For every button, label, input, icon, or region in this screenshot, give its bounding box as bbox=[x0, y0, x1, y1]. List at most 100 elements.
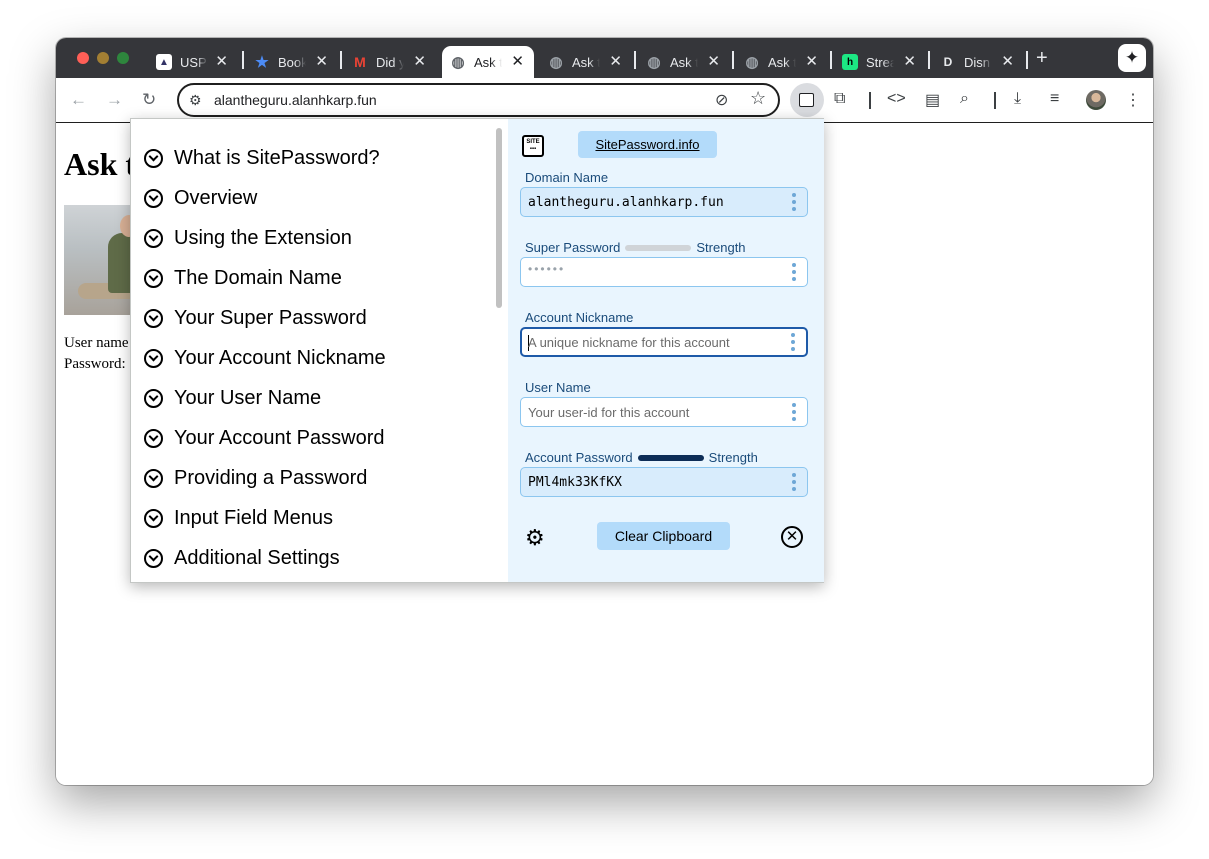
close-icon[interactable]: ✕ bbox=[781, 526, 803, 548]
help-item-label: Providing a Password bbox=[174, 467, 368, 489]
chevron-down-circle-icon bbox=[144, 269, 163, 288]
tab-usps[interactable]: ▲ USPS ✕ bbox=[148, 46, 238, 78]
page-heading: Ask t bbox=[64, 146, 137, 182]
close-tab-icon[interactable]: ✕ bbox=[413, 52, 426, 70]
field-menu-icon[interactable] bbox=[791, 473, 797, 491]
help-item-super-password[interactable]: Your Super Password bbox=[144, 307, 367, 330]
tab-book[interactable]: ★ Book ✕ bbox=[246, 46, 338, 78]
account-password-field[interactable]: PMl4mk33KfKX bbox=[520, 467, 808, 497]
globe-icon: ◍ bbox=[745, 54, 759, 71]
help-item-using-extension[interactable]: Using the Extension bbox=[144, 227, 352, 250]
new-tab-icon[interactable]: + bbox=[1036, 47, 1048, 70]
tab-ask-active[interactable]: ◍ Ask t ✕ bbox=[442, 46, 534, 78]
username-label: User name bbox=[64, 335, 129, 351]
close-tab-icon[interactable]: ✕ bbox=[215, 52, 228, 70]
inspect-search-icon[interactable]: ⌕ bbox=[960, 90, 969, 108]
tab-divider bbox=[634, 51, 636, 69]
account-nickname-field[interactable]: A unique nickname for this account bbox=[520, 327, 808, 357]
close-tab-icon[interactable]: ✕ bbox=[707, 52, 720, 70]
tab-divider bbox=[1026, 51, 1028, 69]
close-window-button[interactable] bbox=[77, 52, 89, 64]
url-text[interactable]: alantheguru.alanhkarp.fun bbox=[214, 92, 377, 108]
help-item-providing-password[interactable]: Providing a Password bbox=[144, 467, 367, 490]
help-item-label: The Domain Name bbox=[174, 267, 342, 289]
chevron-down-circle-icon bbox=[144, 429, 163, 448]
gmail-icon: M bbox=[354, 54, 366, 70]
forward-arrow-icon[interactable]: → bbox=[106, 90, 123, 110]
user-name-field[interactable]: Your user-id for this account bbox=[520, 397, 808, 427]
help-topics-list: What is SitePassword? Overview Using the… bbox=[131, 119, 508, 582]
help-scrollbar[interactable] bbox=[496, 128, 502, 308]
tab-title: Strea bbox=[866, 54, 894, 70]
close-tab-icon[interactable]: ✕ bbox=[315, 52, 328, 70]
tab-divider bbox=[928, 51, 930, 69]
globe-icon: ◍ bbox=[647, 54, 661, 71]
media-queue-icon[interactable]: ≡ bbox=[1050, 90, 1059, 108]
clear-clipboard-button[interactable]: Clear Clipboard bbox=[597, 522, 730, 550]
password-strength-meter bbox=[637, 454, 704, 461]
globe-icon: ◍ bbox=[549, 54, 563, 71]
back-arrow-icon[interactable]: ← bbox=[70, 90, 87, 110]
minimize-window-button[interactable] bbox=[97, 52, 109, 64]
toolbar-divider bbox=[994, 92, 996, 109]
tab-ask[interactable]: ◍ Ask t ✕ bbox=[638, 46, 730, 78]
tab-stream[interactable]: h Strea ✕ bbox=[834, 46, 926, 78]
field-menu-icon[interactable] bbox=[791, 403, 797, 421]
account-password-label: Account Password Strength bbox=[525, 450, 758, 465]
code-brackets-icon[interactable]: <> bbox=[887, 90, 906, 108]
help-item-overview[interactable]: Overview bbox=[144, 187, 257, 210]
sitepassword-info-link[interactable]: SitePassword.info bbox=[578, 131, 717, 158]
close-tab-icon[interactable]: ✕ bbox=[903, 52, 916, 70]
field-menu-icon[interactable] bbox=[791, 263, 797, 281]
gemini-sparkle-icon[interactable]: ✦ bbox=[1118, 44, 1146, 72]
tab-ask[interactable]: ◍ Ask t ✕ bbox=[540, 46, 632, 78]
usps-eagle-icon: ▲ bbox=[156, 54, 172, 70]
maximize-window-button[interactable] bbox=[117, 52, 129, 64]
domain-value: alantheguru.alanhkarp.fun bbox=[528, 195, 724, 210]
field-menu-icon[interactable] bbox=[791, 193, 797, 211]
chevron-down-circle-icon bbox=[144, 549, 163, 568]
super-password-field[interactable]: •••••• bbox=[520, 257, 808, 287]
eye-slash-icon[interactable]: ⊘ bbox=[715, 90, 728, 110]
close-tab-icon[interactable]: ✕ bbox=[511, 52, 524, 70]
help-item-account-nickname[interactable]: Your Account Nickname bbox=[144, 347, 386, 370]
close-tab-icon[interactable]: ✕ bbox=[805, 52, 818, 70]
help-item-account-password[interactable]: Your Account Password bbox=[144, 427, 385, 450]
reload-icon[interactable]: ↻ bbox=[142, 90, 156, 110]
help-item-label: Your Account Nickname bbox=[174, 347, 386, 369]
help-item-label: Input Field Menus bbox=[174, 507, 333, 529]
address-bar[interactable]: ⚙ alantheguru.alanhkarp.fun ⊘ ☆ bbox=[177, 83, 780, 117]
tab-divider bbox=[732, 51, 734, 69]
tab-gmail[interactable]: M Did y ✕ bbox=[344, 46, 436, 78]
chevron-down-circle-icon bbox=[144, 149, 163, 168]
help-item-label: What is SitePassword? bbox=[174, 147, 380, 169]
download-icon[interactable]: ⤓ bbox=[1014, 90, 1021, 108]
extensions-puzzle-icon[interactable]: ⧉ bbox=[834, 90, 845, 108]
chevron-down-circle-icon bbox=[144, 229, 163, 248]
help-item-user-name[interactable]: Your User Name bbox=[144, 387, 321, 410]
browser-toolbar: ← → ↻ ⚙ alantheguru.alanhkarp.fun ⊘ ☆ ⧉ … bbox=[56, 78, 1153, 123]
bookmark-star-icon[interactable]: ☆ bbox=[750, 88, 766, 109]
settings-gear-icon[interactable]: ⚙ bbox=[525, 527, 545, 549]
help-item-input-field-menus[interactable]: Input Field Menus bbox=[144, 507, 333, 530]
sitepassword-extension-button[interactable] bbox=[790, 83, 824, 117]
close-tab-icon[interactable]: ✕ bbox=[1001, 52, 1014, 70]
help-item-domain-name[interactable]: The Domain Name bbox=[144, 267, 342, 290]
label-text: Account Password bbox=[525, 450, 633, 465]
field-menu-icon[interactable] bbox=[790, 333, 796, 351]
kebab-menu-icon[interactable]: ⋮ bbox=[1125, 90, 1141, 110]
help-item-additional-settings[interactable]: Additional Settings bbox=[144, 547, 340, 570]
layout-panel-icon[interactable]: ▤ bbox=[925, 90, 940, 110]
placeholder-text: A unique nickname for this account bbox=[528, 335, 730, 350]
help-item-what-is-sitepassword[interactable]: What is SitePassword? bbox=[144, 147, 380, 170]
site-info-tune-icon[interactable]: ⚙ bbox=[189, 92, 202, 109]
tab-title: Disn bbox=[964, 54, 991, 70]
close-tab-icon[interactable]: ✕ bbox=[609, 52, 622, 70]
domain-name-field[interactable]: alantheguru.alanhkarp.fun bbox=[520, 187, 808, 217]
tab-ask[interactable]: ◍ Ask t ✕ bbox=[736, 46, 828, 78]
profile-avatar[interactable] bbox=[1086, 90, 1106, 110]
hulu-h-icon: h bbox=[842, 54, 858, 70]
sitepassword-logo-icon: SITE ▪▪▪ bbox=[522, 135, 544, 157]
help-item-label: Using the Extension bbox=[174, 227, 352, 249]
tab-disney[interactable]: D Disn ✕ bbox=[932, 46, 1024, 78]
